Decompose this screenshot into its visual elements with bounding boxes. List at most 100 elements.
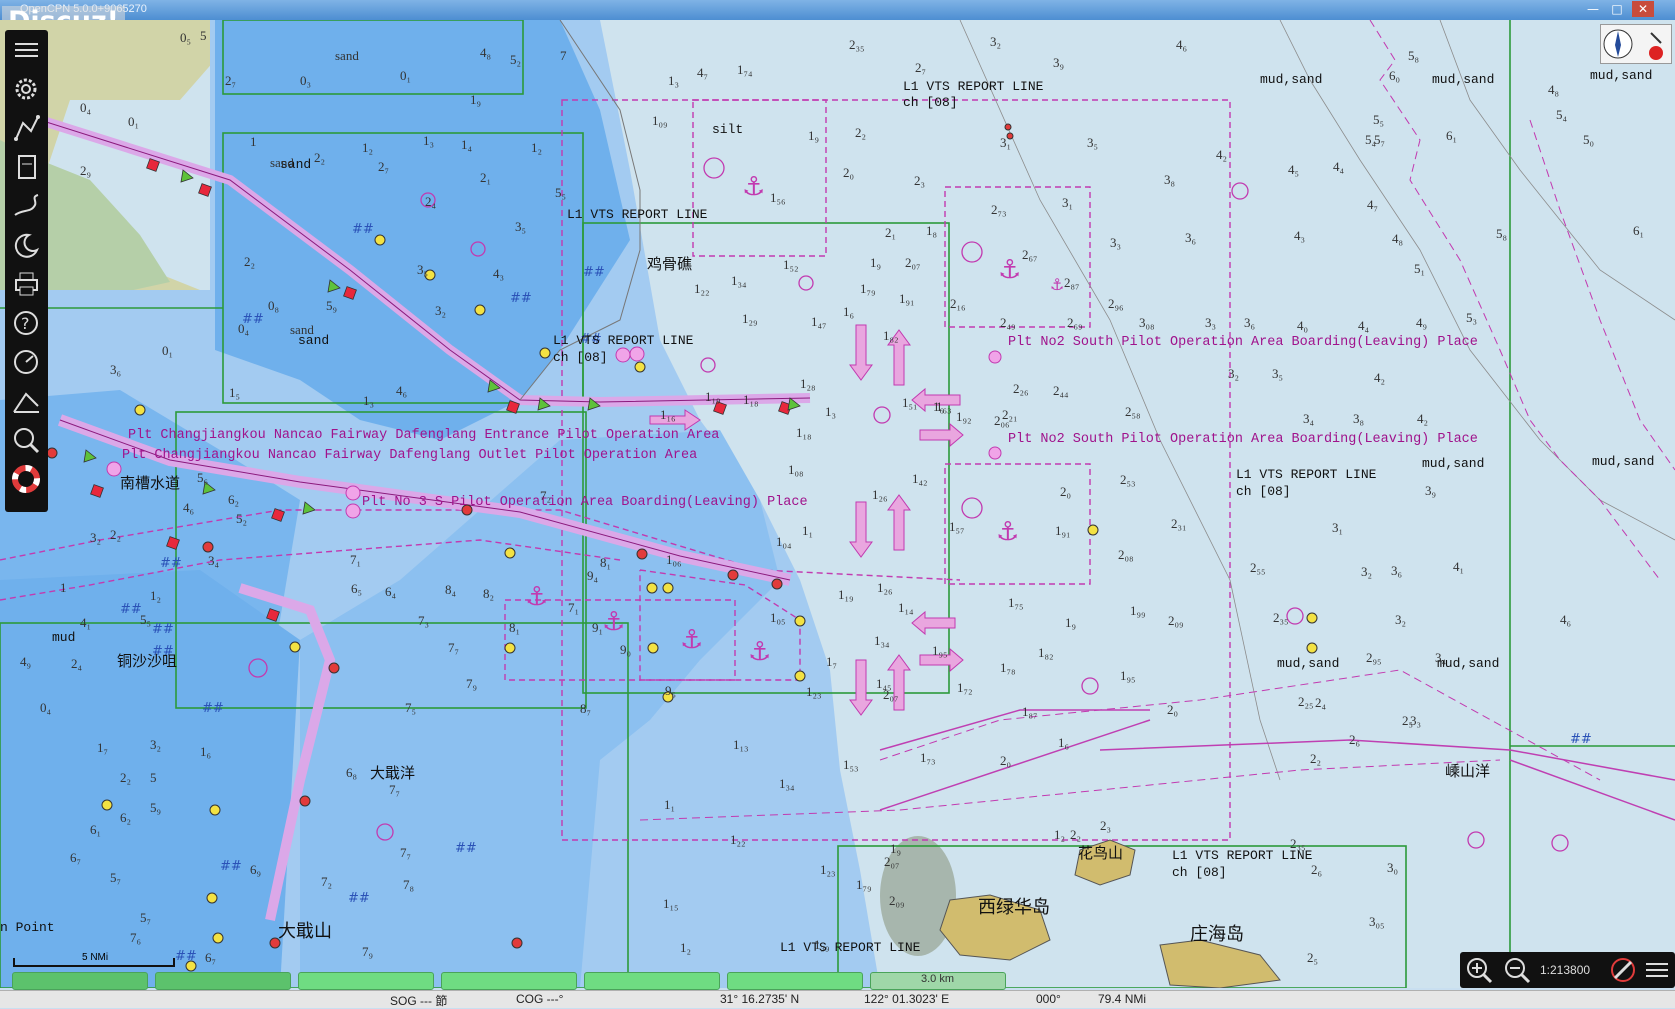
mud-sand-2: mud,sand	[1432, 72, 1495, 87]
mob-button[interactable]	[11, 464, 42, 495]
sounding: 2₀₇	[884, 854, 900, 869]
status-cog: COG ---°	[516, 992, 564, 1006]
piano-key[interactable]	[441, 972, 577, 990]
sounding: 4₁	[80, 615, 92, 630]
zoom-controls: 1:213800	[1460, 952, 1675, 988]
sounding: sand	[290, 322, 314, 337]
track-button[interactable]	[11, 191, 42, 222]
sounding: 2₃₁	[1171, 516, 1187, 531]
sounding: 1₆	[1058, 735, 1070, 750]
night-mode-button[interactable]	[11, 230, 42, 261]
piano-key[interactable]	[155, 972, 291, 990]
sounding: 6₉	[250, 862, 262, 877]
sounding: 1₂₂	[694, 281, 710, 296]
sounding: 0₁	[400, 68, 412, 83]
sounding: 2₃	[1100, 818, 1112, 833]
sounding: 1₉	[808, 128, 820, 143]
piano-key[interactable]	[727, 972, 863, 990]
sounding: 0₁	[128, 114, 140, 129]
place-dajishan: 大戢山	[278, 921, 332, 942]
sounding: 1₈₂	[1038, 645, 1054, 660]
waypoint-button[interactable]	[11, 152, 42, 183]
anchor-button[interactable]	[11, 386, 42, 417]
sounding: 5₇	[140, 910, 152, 925]
sounding: 1₇	[826, 654, 838, 669]
sounding: 2₂	[120, 770, 132, 785]
sounding: 3₀	[1387, 860, 1399, 875]
sounding: 1₁₅	[663, 896, 679, 911]
sounding: 3₆	[1391, 563, 1403, 578]
place-tongsha: 铜沙沙咀	[117, 652, 178, 670]
mud-label: mud	[52, 630, 76, 645]
place-huaniaoshan: 花鸟山	[1078, 844, 1124, 862]
zoom-out-button[interactable]	[1502, 955, 1532, 985]
minimize-button[interactable]: —	[1582, 1, 1604, 17]
sounding: 5₅	[1373, 112, 1385, 127]
sounding: 2₆	[1349, 732, 1361, 747]
sounding: 6₇	[205, 950, 217, 965]
sounding: 2₄	[425, 194, 437, 209]
lifebuoy-icon	[12, 465, 40, 493]
help-button[interactable]: ?	[11, 308, 42, 339]
route-tool-button[interactable]	[1608, 955, 1638, 985]
scale-bar: 5 NMi	[12, 952, 177, 967]
compass-icon	[1603, 29, 1663, 60]
zoom-in-button[interactable]	[1464, 955, 1494, 985]
sounding: 3₈	[1164, 172, 1176, 187]
route-button[interactable]	[11, 113, 42, 144]
sounding: 0₈	[268, 298, 280, 313]
sounding: 7₅	[405, 700, 417, 715]
sounding: 4₈	[1392, 231, 1404, 246]
sounding: 1₉₂	[956, 409, 972, 424]
print-button[interactable]	[11, 269, 42, 300]
piano-key[interactable]	[584, 972, 720, 990]
menu-button[interactable]	[11, 35, 42, 66]
sounding: 1₃	[423, 133, 435, 148]
sounding: 4₆	[1176, 37, 1188, 52]
compass-widget[interactable]	[1600, 24, 1672, 64]
sounding: 1₇	[97, 740, 109, 755]
sounding: 6₈	[346, 765, 358, 780]
chart-piano-bar: 3.0 km	[0, 972, 1010, 990]
settings-button[interactable]	[11, 74, 42, 105]
sounding: 4₆	[396, 383, 408, 398]
mud-sand-3: mud,sand	[1590, 68, 1653, 83]
piano-key-label: 3.0 km	[921, 973, 955, 985]
mud-sand-5: mud,sand	[1592, 454, 1655, 469]
piano-key[interactable]: 3.0 km	[870, 972, 1006, 990]
sounding: 1₀₉	[652, 113, 668, 128]
status-brg: 000°	[1036, 992, 1061, 1006]
piano-key[interactable]	[12, 972, 148, 990]
close-button[interactable]: ✕	[1632, 1, 1654, 17]
sounding: 9₅	[665, 683, 677, 698]
zoom-out-icon	[1505, 958, 1531, 984]
sounding: 2₉	[80, 163, 92, 178]
sounding: 4₇	[1367, 197, 1379, 212]
maximize-button[interactable]: □	[1606, 1, 1628, 17]
vts-label-6: L1 VTS REPORT LINE	[780, 940, 921, 955]
sounding: 8₇	[580, 701, 592, 716]
sounding: 2₁	[480, 170, 492, 185]
sounding: 1₇₄	[737, 62, 753, 77]
sounding: 7₂	[540, 488, 552, 503]
sounding: 0₁	[162, 343, 174, 358]
sounding: 3₂	[435, 303, 447, 318]
place-nancao: 南槽水道	[120, 474, 181, 492]
sounding: 1₁₈	[796, 425, 812, 440]
sounding: 3₆	[1244, 315, 1256, 330]
sounding: 7₁	[568, 600, 580, 615]
sounding: 3₂	[1395, 612, 1407, 627]
nautical-chart-canvas[interactable]: ⚓ ⚓ ⚓ ⚓ ⚓ ⚓ ⚓ ⚓ ## ## ## ## ## ## ## ## …	[0, 20, 1675, 988]
sounding: 2₀	[1000, 753, 1012, 768]
piano-key[interactable]	[298, 972, 434, 990]
tide-button[interactable]	[11, 347, 42, 378]
options-button[interactable]	[1642, 955, 1672, 985]
sounding: 1₇₅	[1008, 595, 1024, 610]
sounding: 6₁	[1446, 128, 1458, 143]
sounding: 3₂	[990, 34, 1002, 49]
place-zhuanghaidao: 庄海岛	[1190, 924, 1244, 945]
sounding: 2₀	[1060, 484, 1072, 499]
globe-button[interactable]	[11, 425, 42, 456]
sounding: 2₆₉	[1067, 315, 1083, 330]
sounding: 7₂	[321, 874, 333, 889]
